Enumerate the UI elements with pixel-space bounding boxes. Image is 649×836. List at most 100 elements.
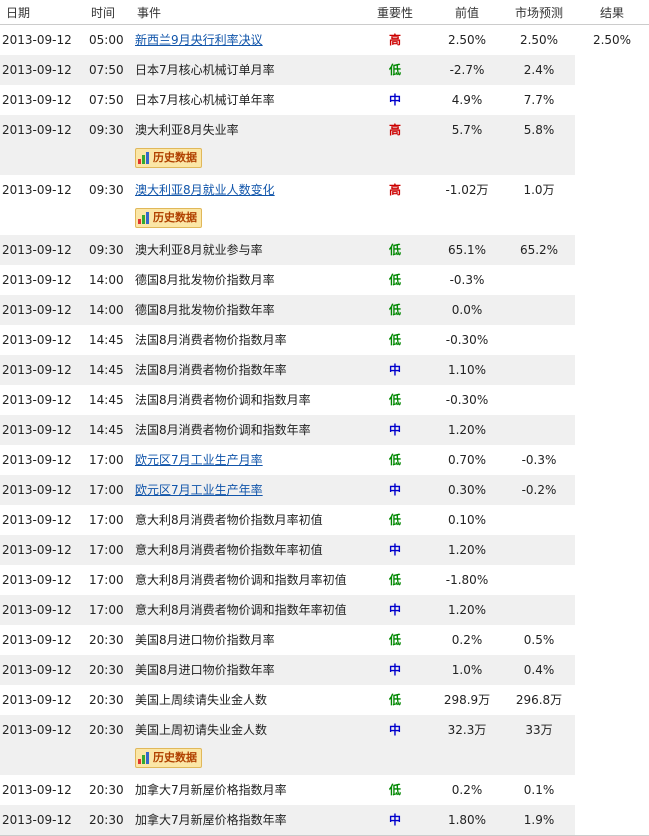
header-forecast: 市场预测 [503, 0, 575, 25]
row-time: 14:45 [87, 325, 133, 355]
row-event: 法国8月消费者物价指数月率 [135, 333, 287, 347]
importance-badge: 中 [388, 363, 401, 377]
row-time: 17:00 [87, 565, 133, 595]
importance-badge: 中 [388, 543, 401, 557]
row-time: 17:00 [87, 445, 133, 475]
importance-badge: 低 [388, 513, 401, 527]
row-forecast [503, 505, 575, 535]
row-time: 17:00 [87, 505, 133, 535]
history-data-button[interactable]: 历史数据 [135, 748, 202, 768]
row-date: 2013-09-12 [0, 625, 87, 655]
row-result [575, 625, 649, 655]
table-row: 2013-09-12 20:30 美国上周续请失业金人数 低 298.9万 296.8万 [0, 685, 649, 715]
row-result: 2.50% [575, 24, 649, 55]
importance-badge: 中 [388, 813, 401, 827]
table-row: 2013-09-12 20:30 美国8月进口物价指数月率 低 0.2% 0.5% [0, 625, 649, 655]
importance-badge: 中 [388, 603, 401, 617]
row-result [575, 55, 649, 85]
table-row: 2013-09-12 14:45 法国8月消费者物价指数年率 中 1.10% [0, 355, 649, 385]
row-previous: 1.0% [431, 655, 503, 685]
row-date: 2013-09-12 [0, 55, 87, 85]
history-data-label: 历史数据 [153, 151, 197, 164]
row-previous: 0.2% [431, 625, 503, 655]
table-row: 2013-09-12 17:00 意大利8月消费者物价调和指数年率初值 中 1.20% [0, 595, 649, 625]
table-row: 2013-09-12 14:45 法国8月消费者物价指数月率 低 -0.30% [0, 325, 649, 355]
row-event[interactable]: 澳大利亚8月就业人数变化 [135, 175, 359, 205]
importance-badge: 中 [388, 93, 401, 107]
row-time: 20:30 [87, 685, 133, 715]
row-previous: 298.9万 [431, 685, 503, 715]
history-data-button[interactable]: 历史数据 [135, 148, 202, 168]
row-event: 法国8月消费者物价调和指数月率 [135, 393, 311, 407]
history-data-label: 历史数据 [153, 211, 197, 224]
importance-badge: 低 [388, 393, 401, 407]
row-result [575, 295, 649, 325]
row-time: 17:00 [87, 475, 133, 505]
row-forecast [503, 535, 575, 565]
row-event: 澳大利亚8月就业参与率 [135, 243, 263, 257]
row-previous: 65.1% [431, 235, 503, 265]
row-result [575, 385, 649, 415]
row-date: 2013-09-12 [0, 295, 87, 325]
header-date: 日期 [0, 0, 87, 25]
row-time: 09:30 [87, 235, 133, 265]
row-event: 意大利8月消费者物价指数年率初值 [135, 543, 323, 557]
row-forecast [503, 565, 575, 595]
row-forecast [503, 595, 575, 625]
row-time: 20:30 [87, 805, 133, 836]
table-row: 2013-09-12 20:30 加拿大7月新屋价格指数月率 低 0.2% 0.1% [0, 775, 649, 805]
row-previous: 2.50% [431, 24, 503, 55]
header-previous: 前值 [431, 0, 503, 25]
row-forecast: 1.0万 [503, 175, 575, 235]
table-row: 2013-09-12 14:45 法国8月消费者物价调和指数月率 低 -0.30% [0, 385, 649, 415]
table-row: 2013-09-12 20:30 加拿大7月新屋价格指数年率 中 1.80% 1.9% [0, 805, 649, 836]
header-result: 结果 [575, 0, 649, 25]
row-date: 2013-09-12 [0, 805, 87, 836]
row-forecast [503, 265, 575, 295]
row-date: 2013-09-12 [0, 715, 87, 775]
row-forecast: 65.2% [503, 235, 575, 265]
row-time: 17:00 [87, 595, 133, 625]
row-date: 2013-09-12 [0, 24, 87, 55]
row-date: 2013-09-12 [0, 235, 87, 265]
table-row: 2013-09-12 14:45 法国8月消费者物价调和指数年率 中 1.20% [0, 415, 649, 445]
importance-badge: 低 [388, 573, 401, 587]
row-date: 2013-09-12 [0, 535, 87, 565]
row-previous: -1.80% [431, 565, 503, 595]
row-event[interactable]: 欧元区7月工业生产月率 [135, 445, 359, 475]
row-date: 2013-09-12 [0, 355, 87, 385]
importance-badge: 低 [388, 633, 401, 647]
row-event[interactable]: 欧元区7月工业生产年率 [135, 475, 359, 505]
row-date: 2013-09-12 [0, 415, 87, 445]
row-event[interactable]: 新西兰9月央行利率决议 [135, 25, 359, 55]
row-forecast [503, 295, 575, 325]
table-row: 2013-09-12 20:30 美国上周初请失业金人数 历史数据 中 32.3万 33万 [0, 715, 649, 775]
row-result [575, 355, 649, 385]
table-row: 2013-09-12 17:00 意大利8月消费者物价调和指数月率初值 低 -1.80% [0, 565, 649, 595]
table-row: 2013-09-12 05:00 新西兰9月央行利率决议高 2.50% 2.50% 2.5… [0, 24, 649, 55]
row-result [575, 595, 649, 625]
row-time: 14:45 [87, 385, 133, 415]
row-event: 意大利8月消费者物价调和指数月率初值 [135, 573, 347, 587]
row-event: 美国8月进口物价指数年率 [135, 663, 275, 677]
row-previous: 1.80% [431, 805, 503, 836]
row-event: 澳大利亚8月失业率 [135, 123, 239, 137]
row-date: 2013-09-12 [0, 175, 87, 235]
row-previous: 1.20% [431, 535, 503, 565]
row-event: 德国8月批发物价指数年率 [135, 303, 275, 317]
row-event: 法国8月消费者物价调和指数年率 [135, 423, 311, 437]
row-date: 2013-09-12 [0, 115, 87, 175]
row-date: 2013-09-12 [0, 685, 87, 715]
row-previous: 1.20% [431, 595, 503, 625]
importance-badge: 中 [388, 663, 401, 677]
importance-badge: 低 [388, 243, 401, 257]
importance-badge: 中 [388, 423, 401, 437]
row-forecast [503, 415, 575, 445]
row-previous: -1.02万 [431, 175, 503, 235]
row-forecast [503, 325, 575, 355]
table-row: 2013-09-12 09:30 澳大利亚8月失业率 历史数据 高 5.7% 5.8% [0, 115, 649, 175]
row-date: 2013-09-12 [0, 655, 87, 685]
row-time: 14:45 [87, 415, 133, 445]
row-event: 美国上周初请失业金人数 [135, 723, 268, 737]
history-data-button[interactable]: 历史数据 [135, 208, 202, 228]
